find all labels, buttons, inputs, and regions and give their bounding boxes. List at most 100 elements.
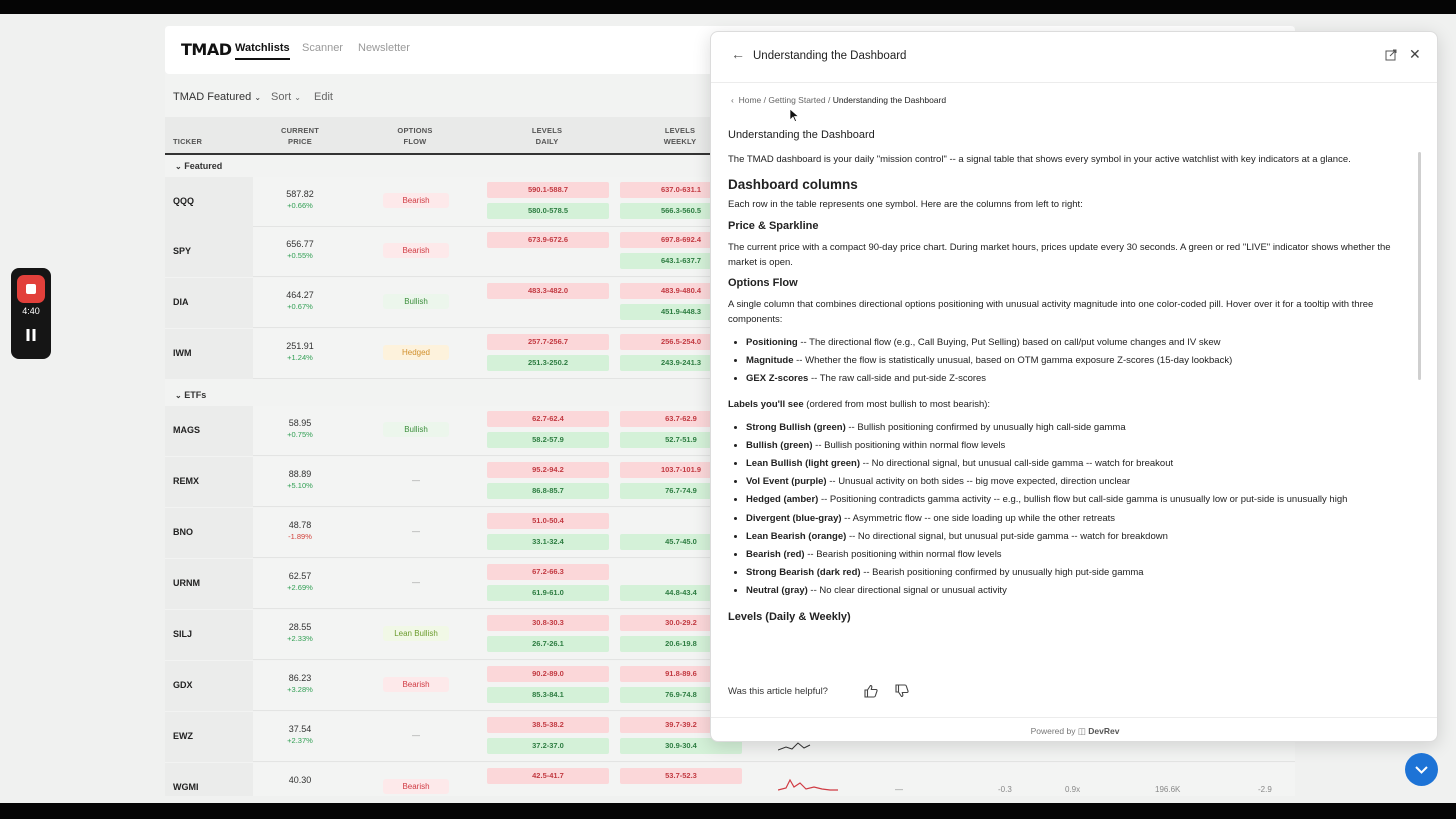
- ticker-symbol[interactable]: IWM: [173, 348, 192, 358]
- label-item-desc: -- Bullish positioning confirmed by unus…: [845, 421, 1126, 433]
- edit-button[interactable]: Edit: [314, 91, 333, 103]
- nav-watchlists[interactable]: Watchlists: [235, 42, 290, 60]
- label-item: Strong Bearish (dark red) -- Bearish pos…: [746, 564, 1418, 582]
- peek-value: -0.3: [998, 785, 1012, 794]
- breadcrumb-separator: /: [827, 95, 831, 105]
- sort-button[interactable]: Sort ⌄: [271, 91, 301, 103]
- ticker-symbol[interactable]: EWZ: [173, 731, 193, 741]
- price-change: +0.67%: [287, 302, 313, 311]
- open-external-icon[interactable]: [1385, 49, 1397, 61]
- peek-value: —: [895, 785, 903, 794]
- chevron-down-icon: ⌄: [175, 162, 182, 171]
- col-price[interactable]: CURRENT PRICE: [265, 125, 335, 147]
- price-change: +0.55%: [287, 251, 313, 260]
- ticker-symbol[interactable]: DIA: [173, 297, 189, 307]
- col-levels-weekly[interactable]: LEVELS WEEKLY: [645, 125, 715, 147]
- daily-level-resistance: 62.7-62.4: [487, 411, 609, 427]
- current-price: 62.57: [288, 571, 312, 581]
- daily-level-support: 251.3-250.2: [487, 355, 609, 371]
- nav-newsletter[interactable]: Newsletter: [358, 42, 410, 54]
- price-change: -1.89%: [288, 532, 312, 541]
- watchlist-select[interactable]: TMAD Featured ⌄: [173, 91, 261, 103]
- col-lw-line2: WEEKLY: [663, 137, 697, 146]
- labels-intro-rest: (ordered from most bullish to most beari…: [803, 398, 991, 410]
- article-body: Understanding the Dashboard The TMAD das…: [728, 128, 1418, 625]
- label-item-term: Strong Bullish (green): [746, 421, 846, 433]
- peek-value: 0.9x: [1065, 785, 1081, 794]
- panel-title: Understanding the Dashboard: [753, 50, 907, 62]
- chevron-left-icon[interactable]: ‹: [731, 95, 734, 105]
- label-item: Hedged (amber) -- Positioning contradict…: [746, 491, 1418, 509]
- thumbs-up-icon[interactable]: [864, 684, 878, 698]
- sort-label: Sort: [271, 91, 292, 103]
- chevron-down-icon: ⌄: [294, 93, 301, 102]
- back-arrow-icon[interactable]: ←: [731, 46, 745, 62]
- label-item-desc: -- Asymmetric flow -- one side loading u…: [841, 512, 1116, 524]
- ticker-symbol[interactable]: MAGS: [173, 425, 200, 435]
- table-row[interactable]: WGMI 40.30 Bearish 42.5-41.7 53.7-52.3: [165, 763, 1295, 796]
- breadcrumb-home[interactable]: Home: [739, 95, 762, 105]
- breadcrumb-separator: /: [763, 95, 767, 105]
- powered-by-footer[interactable]: Powered by ◫ DevRev: [711, 717, 1437, 741]
- ticker-symbol[interactable]: URNM: [173, 578, 200, 588]
- stop-icon: [26, 284, 36, 294]
- pause-icon[interactable]: [25, 329, 37, 341]
- options-flow-pill[interactable]: Lean Bullish: [383, 626, 449, 641]
- label-item-desc: -- No directional signal, but unusual ca…: [860, 458, 1174, 470]
- daily-level-resistance: 30.8-30.3: [487, 615, 609, 631]
- options-flow-pill[interactable]: Bearish: [383, 193, 449, 208]
- help-article-panel: ← Understanding the Dashboard ✕ ‹ Home /…: [710, 31, 1438, 742]
- tmad-logo[interactable]: TMAD: [181, 40, 232, 59]
- stop-recording-button[interactable]: [17, 275, 45, 303]
- options-flow-pill[interactable]: —: [383, 575, 449, 590]
- ticker-symbol[interactable]: BNO: [173, 527, 193, 537]
- label-item: Bullish (green) -- Bullish positioning w…: [746, 437, 1418, 455]
- col-lw-line1: LEVELS: [664, 126, 696, 135]
- current-price: 40.30: [288, 775, 312, 785]
- options-flow-pill[interactable]: Bullish: [383, 294, 449, 309]
- col-levels-daily[interactable]: LEVELS DAILY: [512, 125, 582, 147]
- options-flow-pill[interactable]: Bearish: [383, 779, 449, 794]
- options-flow-pill[interactable]: —: [383, 473, 449, 488]
- ticker-symbol[interactable]: SILJ: [173, 629, 192, 639]
- col-options-flow[interactable]: OPTIONS FLOW: [380, 125, 450, 147]
- label-item-term: Lean Bearish (orange): [746, 530, 847, 542]
- ticker-symbol[interactable]: SPY: [173, 246, 191, 256]
- price-change: +0.75%: [287, 430, 313, 439]
- daily-level-resistance: 90.2-89.0: [487, 666, 609, 682]
- daily-level-support: 86.8-85.7: [487, 483, 609, 499]
- daily-level-resistance: 42.5-41.7: [487, 768, 609, 784]
- ticker-symbol[interactable]: WGMI: [173, 782, 199, 792]
- label-item-term: Hedged (amber): [746, 494, 819, 506]
- scrollbar[interactable]: [1418, 152, 1421, 380]
- label-item-desc: -- Bullish positioning within normal flo…: [812, 439, 1006, 451]
- price-text: The current price with a compact 90-day …: [728, 242, 1391, 268]
- nav-scanner[interactable]: Scanner: [302, 42, 343, 54]
- options-flow-pill[interactable]: Hedged: [383, 345, 449, 360]
- options-flow-pill[interactable]: —: [383, 524, 449, 539]
- breadcrumb-current: Understanding the Dashboard: [832, 95, 947, 105]
- heading-options-flow: Options Flow: [728, 277, 798, 289]
- col-price-line2: PRICE: [288, 137, 312, 146]
- price-change: +2.69%: [287, 583, 313, 592]
- thumbs-down-icon[interactable]: [895, 684, 909, 698]
- options-flow-pill[interactable]: Bullish: [383, 422, 449, 437]
- label-item-term: Bullish (green): [746, 439, 813, 451]
- ticker-symbol[interactable]: QQQ: [173, 196, 194, 206]
- label-item-desc: -- Positioning contradicts gamma activit…: [818, 494, 1348, 506]
- daily-level-resistance: 38.5-38.2: [487, 717, 609, 733]
- options-flow-pill[interactable]: Bearish: [383, 243, 449, 258]
- label-item-desc: -- Bearish positioning within normal flo…: [804, 549, 1002, 561]
- options-flow-pill[interactable]: —: [383, 728, 449, 743]
- close-icon[interactable]: ✕: [1409, 46, 1421, 63]
- ticker-symbol[interactable]: GDX: [173, 680, 193, 690]
- current-price: 86.23: [288, 673, 312, 683]
- watchlist-select-label: TMAD Featured: [173, 91, 252, 103]
- chat-widget-button[interactable]: [1405, 753, 1438, 786]
- col-ticker[interactable]: TICKER: [173, 136, 202, 147]
- label-item-term: Neutral (gray): [746, 585, 808, 597]
- col-price-line1: CURRENT: [280, 126, 320, 135]
- options-flow-pill[interactable]: Bearish: [383, 677, 449, 692]
- breadcrumb-getting-started[interactable]: Getting Started: [768, 95, 825, 105]
- ticker-symbol[interactable]: REMX: [173, 476, 199, 486]
